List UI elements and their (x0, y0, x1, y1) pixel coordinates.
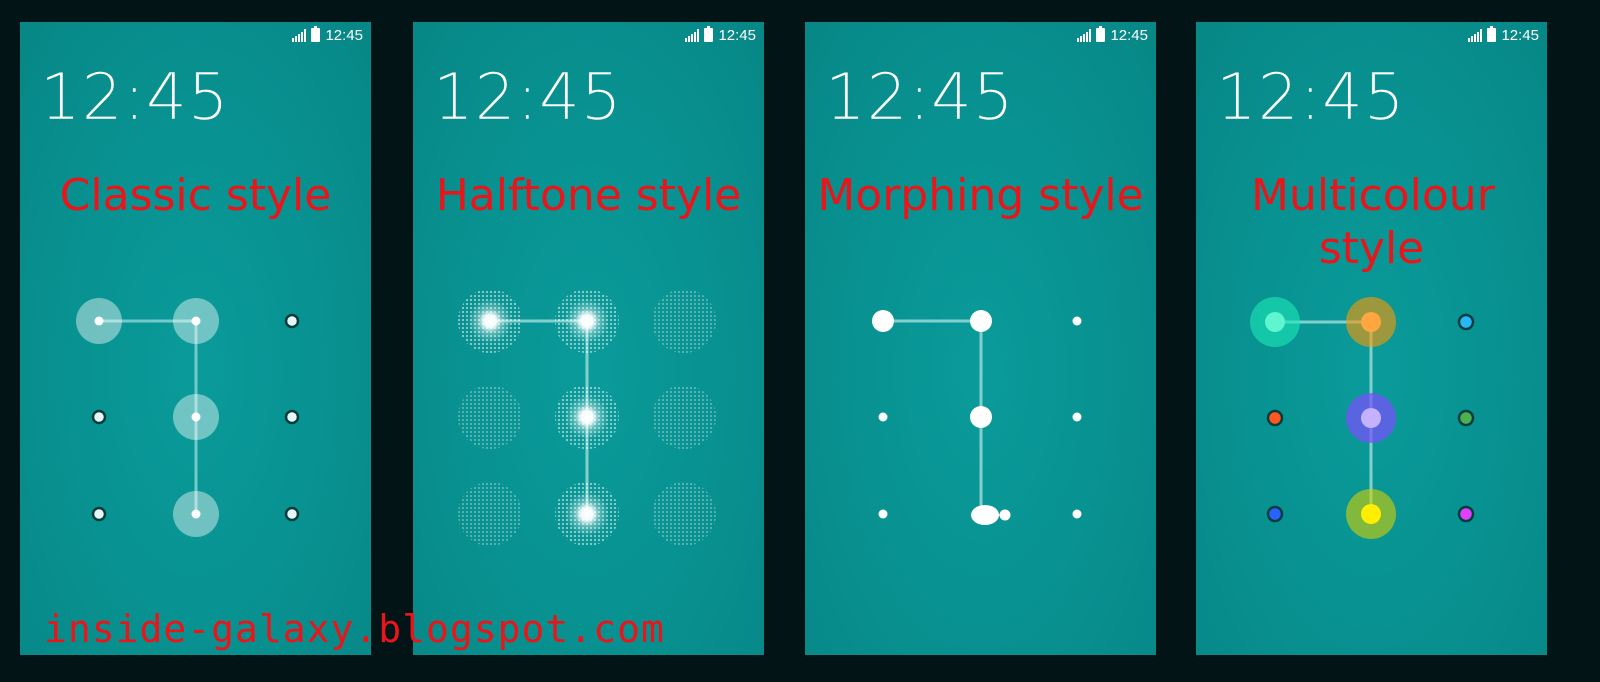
pattern-node[interactable] (652, 385, 716, 449)
pattern-node[interactable] (878, 412, 888, 422)
pattern-node[interactable] (284, 409, 300, 425)
phone-screen-halftone: 12:45 12:45 Halftone style (413, 22, 764, 655)
pattern-node-selected (565, 299, 609, 343)
pattern-node[interactable] (652, 289, 716, 353)
phone-screen-classic: 12:45 12:45 Classic style (20, 22, 371, 655)
pattern-node[interactable] (1457, 313, 1475, 331)
pattern-grid[interactable] (1196, 22, 1547, 655)
pattern-node[interactable] (1457, 505, 1475, 523)
pattern-node-selected[interactable] (1346, 489, 1396, 539)
pattern-node[interactable] (652, 482, 716, 546)
pattern-grid[interactable] (20, 22, 371, 655)
pattern-path (883, 319, 983, 514)
pattern-node-selected[interactable] (872, 310, 894, 332)
pattern-node[interactable] (1266, 409, 1284, 427)
pattern-node[interactable] (878, 509, 888, 519)
pattern-node-selected (565, 395, 609, 439)
pattern-node-selected[interactable] (173, 394, 219, 440)
pattern-node[interactable] (91, 409, 107, 425)
pattern-node-morphing[interactable] (971, 505, 1011, 525)
phone-screen-morphing: 12:45 12:45 Morphing style (805, 22, 1156, 655)
pattern-node-selected[interactable] (1346, 393, 1396, 443)
pattern-node[interactable] (458, 482, 522, 546)
pattern-node-selected[interactable] (970, 406, 992, 428)
pattern-node[interactable] (1072, 316, 1082, 326)
pattern-node-selected[interactable] (173, 298, 219, 344)
pattern-node-selected (565, 492, 609, 536)
pattern-node[interactable] (284, 506, 300, 522)
pattern-grid[interactable] (413, 22, 764, 655)
pattern-node[interactable] (1457, 409, 1475, 427)
pattern-node-selected[interactable] (1250, 297, 1300, 347)
pattern-node-selected (468, 299, 512, 343)
phone-screen-multicolour: 12:45 12:45 Multicolour style (1196, 22, 1547, 655)
watermark: inside-galaxy.blogspot.com (44, 607, 665, 651)
pattern-node[interactable] (458, 385, 522, 449)
pattern-node[interactable] (91, 506, 107, 522)
pattern-grid[interactable] (805, 22, 1156, 655)
pattern-node[interactable] (1072, 509, 1082, 519)
pattern-node[interactable] (1072, 412, 1082, 422)
pattern-node-selected[interactable] (970, 310, 992, 332)
pattern-node-selected[interactable] (173, 491, 219, 537)
pattern-node-selected[interactable] (76, 298, 122, 344)
pattern-node-selected[interactable] (1346, 297, 1396, 347)
pattern-node[interactable] (284, 313, 300, 329)
pattern-node[interactable] (1266, 505, 1284, 523)
